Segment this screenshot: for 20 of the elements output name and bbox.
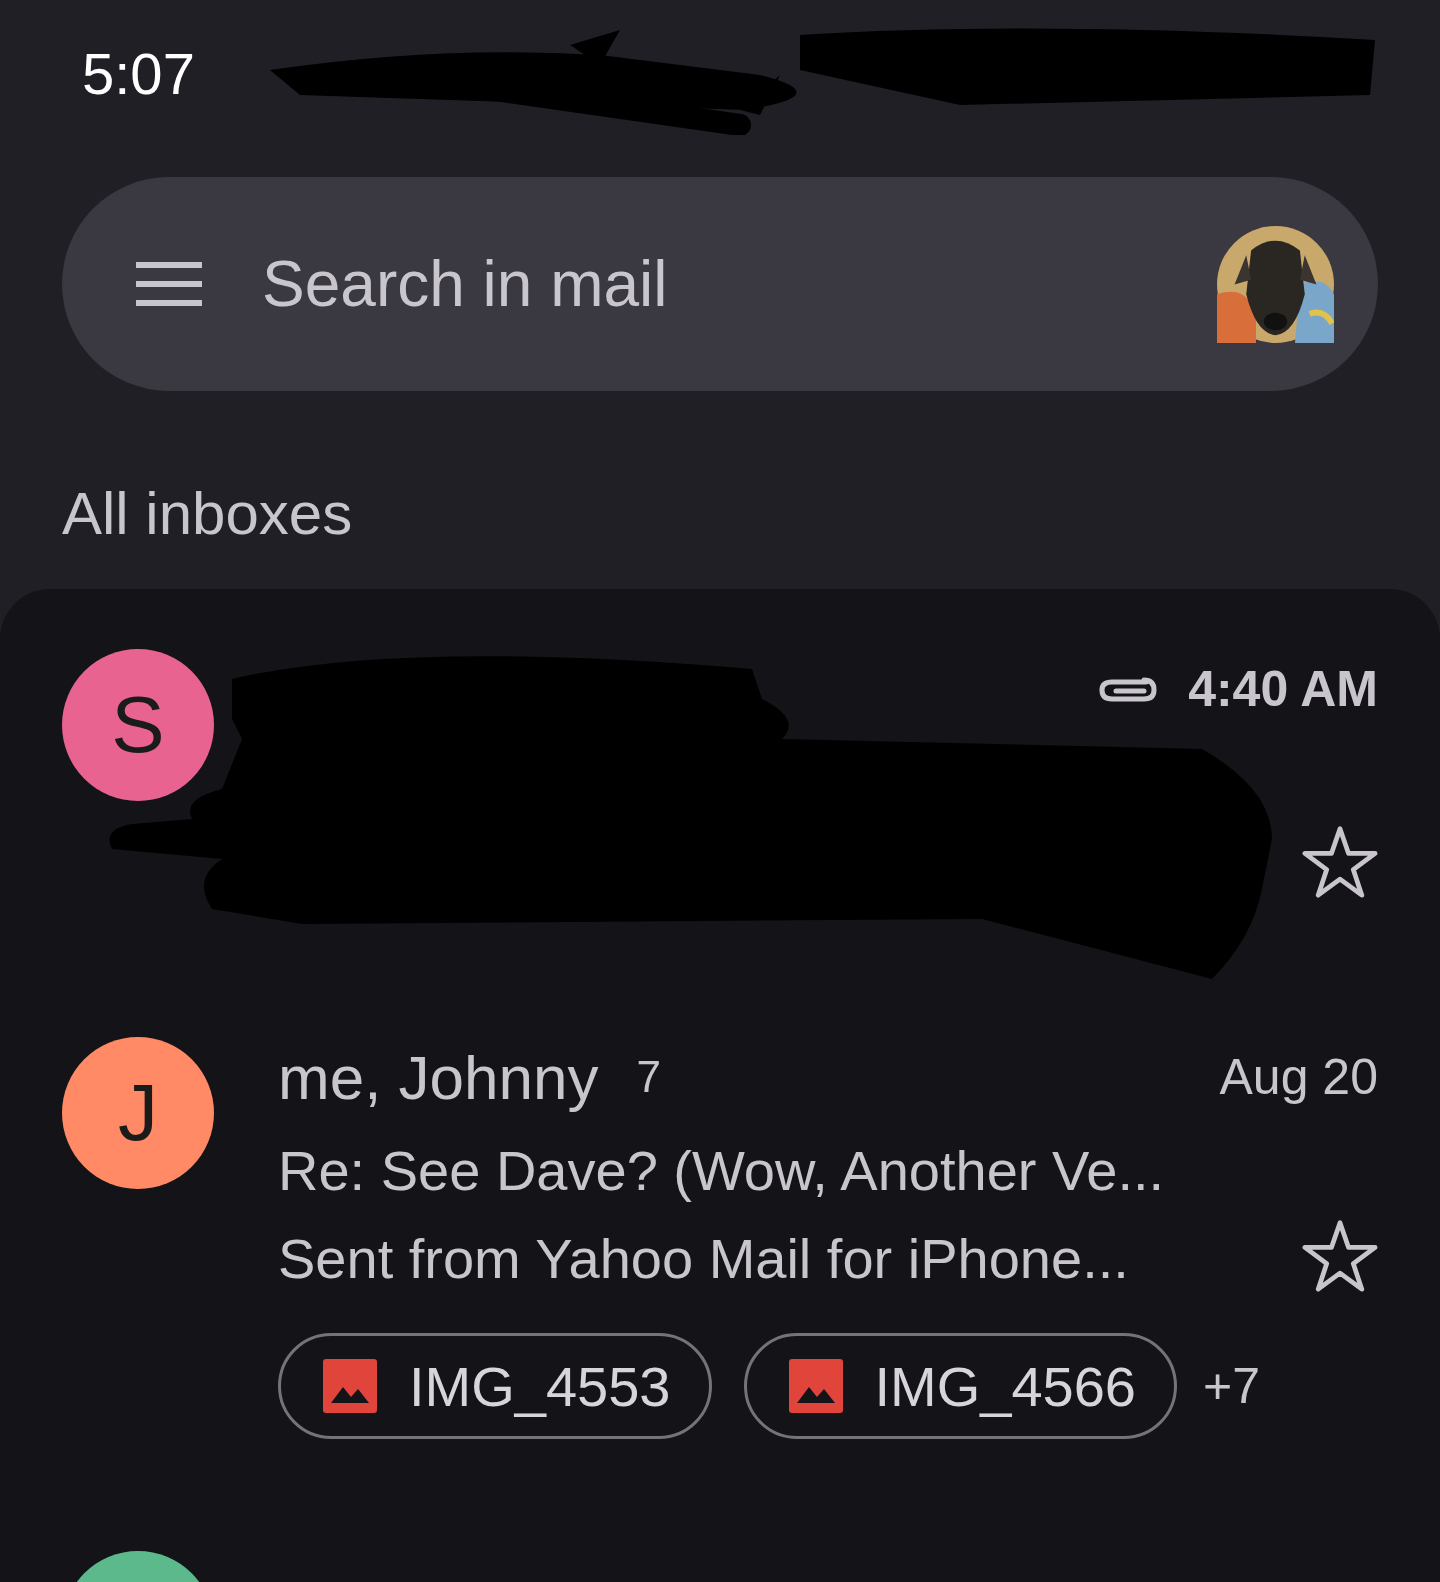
search-bar[interactable]: Search in mail: [62, 177, 1378, 391]
image-icon: [788, 1359, 843, 1413]
email-time: 4:40 AM: [1188, 660, 1378, 718]
more-attachments-count: +7: [1203, 1357, 1260, 1415]
menu-icon[interactable]: [134, 259, 204, 309]
attachment-chip[interactable]: IMG_4553: [278, 1333, 712, 1439]
search-placeholder[interactable]: Search in mail: [262, 247, 1217, 321]
email-time: Aug 20: [1219, 1048, 1378, 1106]
star-icon[interactable]: [1302, 825, 1378, 899]
email-snippet: Sent from Yahoo Mail for iPhone...: [278, 1226, 1130, 1292]
sender-names: me, Johnny: [278, 1041, 599, 1113]
sender-avatar[interactable]: S: [62, 649, 214, 801]
status-time: 5:07: [82, 40, 195, 107]
folder-title: All inboxes: [61, 479, 354, 549]
attachment-chip[interactable]: IMG_4566: [743, 1333, 1177, 1439]
sender-avatar[interactable]: J: [62, 1037, 214, 1189]
star-icon[interactable]: [1302, 1219, 1378, 1293]
image-icon: [323, 1359, 377, 1413]
thread-count: 7: [636, 1052, 661, 1102]
email-subject: Re: See Dave? (Wow, Another Ve...: [278, 1138, 1166, 1204]
